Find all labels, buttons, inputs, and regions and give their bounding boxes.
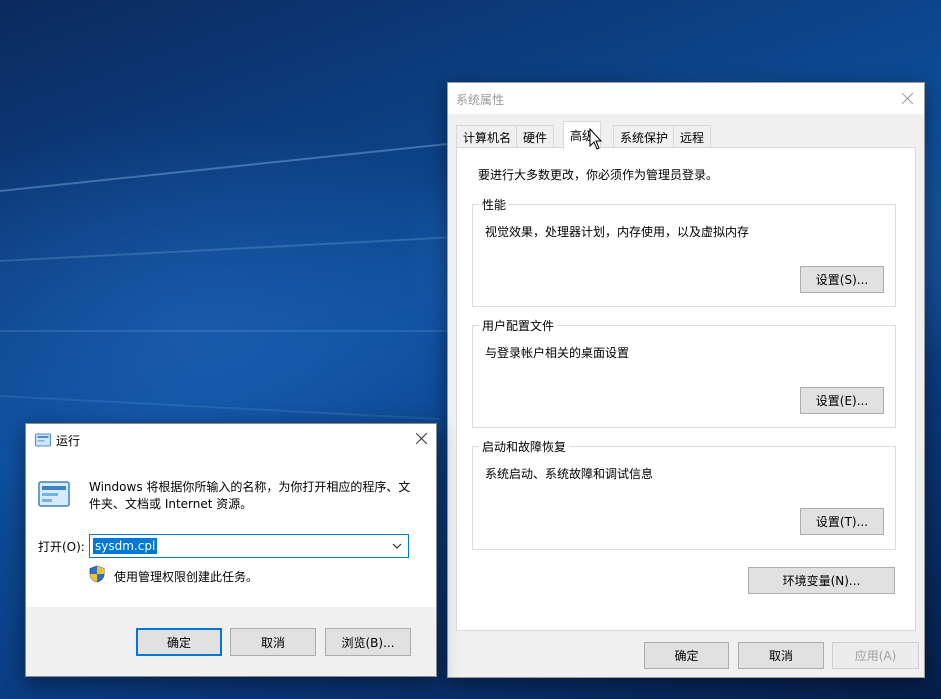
close-icon[interactable]: [414, 431, 430, 447]
run-dialog: 运行 Windows 将根据你所输入的名称，为你打开相应的程序、文件夹、文档或 …: [25, 423, 437, 677]
run-cancel-button[interactable]: 取消: [230, 628, 316, 656]
window-title: 运行: [56, 434, 81, 448]
run-ok-button[interactable]: 确定: [136, 628, 222, 656]
apply-button[interactable]: 应用(A): [832, 642, 919, 669]
advanced-tab-panel: 要进行大多数更改，你必须作为管理员登录。 性能 视觉效果，处理器计划，内存使用，…: [456, 147, 916, 631]
user-profiles-group: 用户配置文件 与登录帐户相关的桌面设置 设置(E)...: [472, 317, 896, 428]
group-description: 视觉效果，处理器计划，内存使用，以及虚拟内存: [485, 225, 750, 239]
chevron-down-icon[interactable]: [390, 538, 404, 554]
tab-computer-name[interactable]: 计算机名: [456, 125, 519, 148]
uac-shield-icon: [89, 565, 105, 583]
wallpaper-light-beam: [0, 330, 450, 332]
environment-variables-button[interactable]: 环境变量(N)...: [748, 567, 895, 594]
wallpaper-light-beam: [0, 395, 440, 421]
group-title: 启动和故障恢复: [479, 438, 570, 455]
system-properties-window: 系统属性 计算机名 硬件 高级 系统保护 远程 要进行大多数更改，你必须作为管理…: [447, 82, 925, 678]
wallpaper-light-beam: [0, 235, 460, 262]
run-dialog-body: 运行 Windows 将根据你所输入的名称，为你打开相应的程序、文件夹、文档或 …: [26, 424, 436, 607]
open-input-value[interactable]: sysdm.cpl: [93, 538, 158, 554]
performance-group: 性能 视觉效果，处理器计划，内存使用，以及虚拟内存 设置(S)...: [472, 196, 896, 307]
admin-privilege-note: 使用管理权限创建此任务。: [114, 570, 259, 584]
startup-recovery-settings-button[interactable]: 设置(T)...: [800, 508, 884, 535]
tab-hardware[interactable]: 硬件: [516, 125, 555, 148]
run-browse-button[interactable]: 浏览(B)...: [325, 628, 411, 656]
tab-remote[interactable]: 远程: [673, 125, 712, 148]
system-properties-titlebar[interactable]: 系统属性: [448, 83, 924, 114]
open-label: 打开(O):: [38, 540, 85, 554]
window-title: 系统属性: [456, 93, 505, 107]
group-title: 性能: [479, 196, 510, 213]
cancel-button[interactable]: 取消: [738, 642, 824, 669]
mouse-cursor-icon: [589, 128, 603, 150]
admin-required-notice: 要进行大多数更改，你必须作为管理员登录。: [478, 168, 719, 182]
tab-system-protection[interactable]: 系统保护: [613, 125, 676, 148]
user-profiles-settings-button[interactable]: 设置(E)...: [800, 387, 884, 414]
group-description: 系统启动、系统故障和调试信息: [485, 467, 654, 481]
ok-button[interactable]: 确定: [644, 642, 729, 669]
run-large-icon: [38, 481, 70, 507]
startup-recovery-group: 启动和故障恢复 系统启动、系统故障和调试信息 设置(T)...: [472, 438, 896, 550]
close-icon[interactable]: [900, 91, 916, 107]
open-combobox[interactable]: sysdm.cpl: [89, 534, 409, 558]
run-app-icon: [35, 433, 51, 447]
run-description: Windows 将根据你所输入的名称，为你打开相应的程序、文件夹、文档或 Int…: [89, 480, 411, 511]
group-title: 用户配置文件: [479, 317, 558, 334]
performance-settings-button[interactable]: 设置(S)...: [800, 266, 884, 293]
wallpaper-light-beam: [0, 140, 468, 192]
group-description: 与登录帐户相关的桌面设置: [485, 346, 630, 360]
